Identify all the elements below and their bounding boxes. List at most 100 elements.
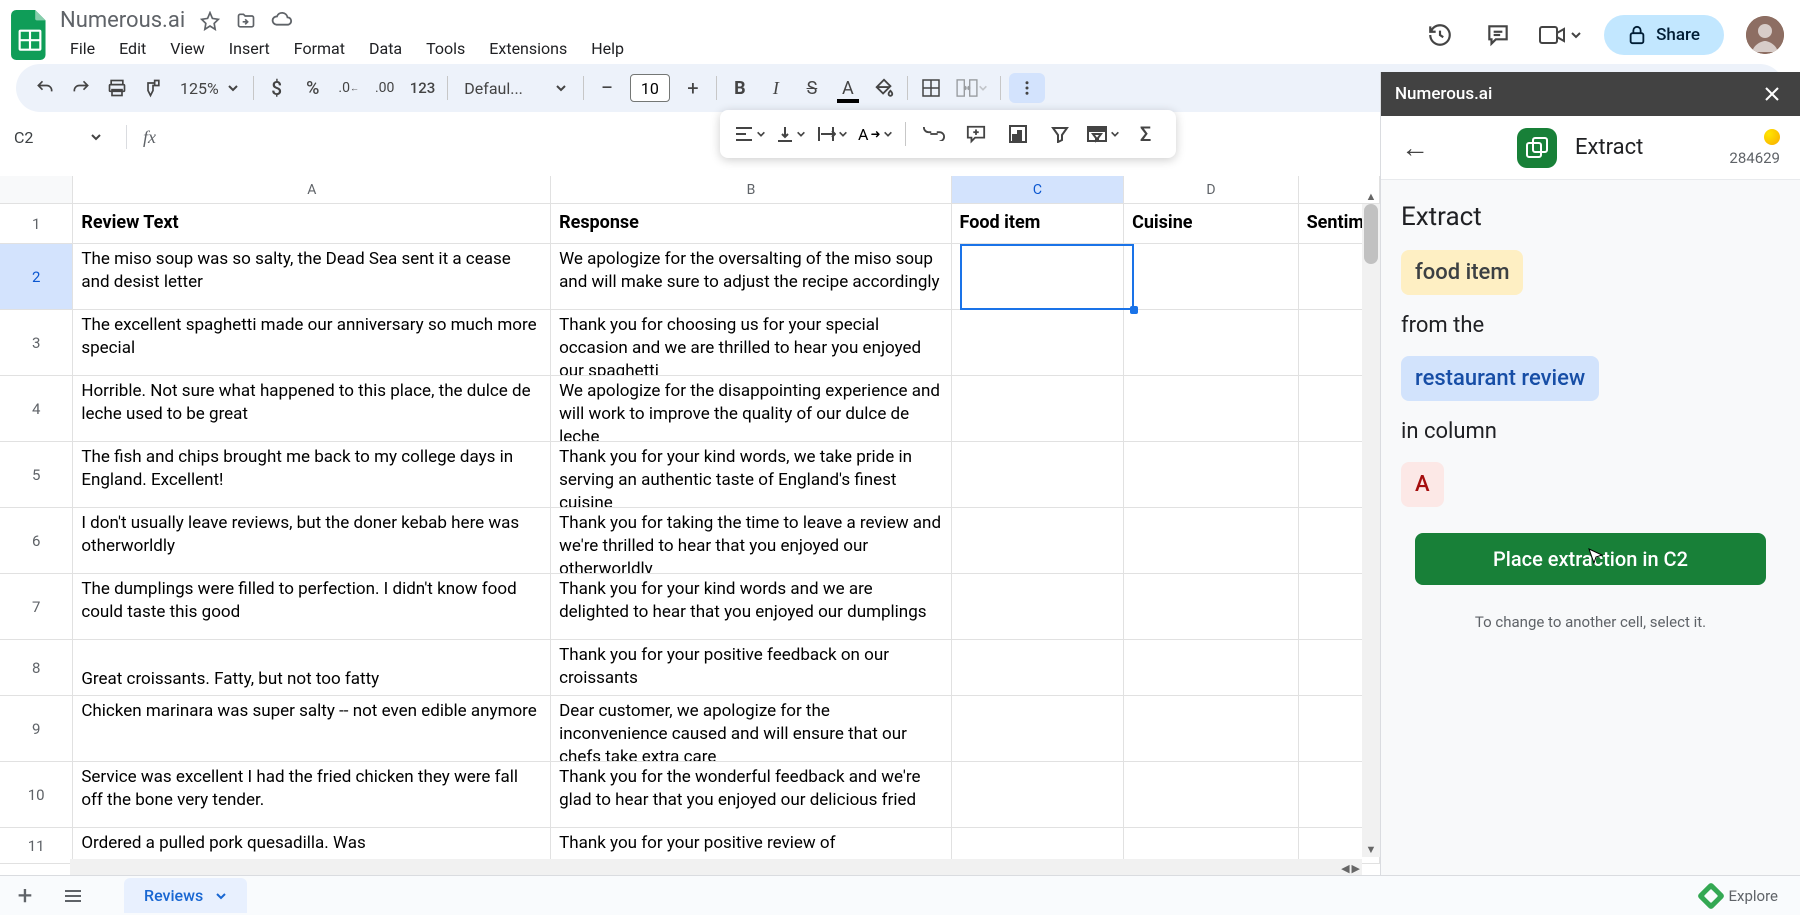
row-header[interactable]: 1 [0, 204, 73, 243]
extract-source-chip[interactable]: restaurant review [1401, 356, 1599, 401]
sheets-logo-icon[interactable] [8, 7, 52, 63]
menu-data[interactable]: Data [359, 35, 412, 62]
horizontal-align-icon[interactable] [734, 125, 766, 143]
all-sheets-icon[interactable] [56, 879, 90, 913]
row-header[interactable]: 9 [0, 696, 73, 761]
meet-button[interactable] [1538, 24, 1582, 46]
row-header[interactable]: 7 [0, 574, 73, 639]
cell[interactable]: Review Text [73, 204, 551, 243]
cell[interactable] [952, 508, 1125, 573]
row-header[interactable]: 2 [0, 244, 73, 309]
format-123-button[interactable]: 123 [406, 72, 440, 104]
decrease-font-size-icon[interactable]: − [592, 72, 622, 104]
cell[interactable] [952, 244, 1125, 309]
account-avatar[interactable] [1746, 16, 1784, 54]
cell[interactable]: Ordered a pulled pork quesadilla. Was [73, 828, 551, 863]
column-header-d[interactable]: D [1124, 176, 1298, 203]
spreadsheet-grid[interactable]: A B C D 1 Review Text Response Food item… [0, 176, 1380, 877]
scroll-right-icon[interactable]: ▶ [1352, 862, 1360, 875]
cell[interactable]: Thank you for your positive feedback on … [551, 640, 951, 695]
cell[interactable]: Service was excellent I had the fried ch… [73, 762, 551, 827]
menu-insert[interactable]: Insert [219, 35, 280, 62]
text-wrap-icon[interactable] [816, 125, 848, 143]
column-header-b[interactable]: B [551, 176, 952, 203]
cell[interactable] [1124, 244, 1299, 309]
row-header[interactable]: 6 [0, 508, 73, 573]
scroll-left-icon[interactable]: ◀ [1341, 862, 1349, 875]
undo-icon[interactable] [30, 72, 60, 104]
insert-comment-icon[interactable] [960, 118, 992, 150]
menu-help[interactable]: Help [581, 35, 634, 62]
star-icon[interactable] [199, 10, 221, 32]
scrollbar-thumb[interactable] [1364, 204, 1378, 264]
cell[interactable] [952, 696, 1125, 761]
increase-font-size-icon[interactable]: + [678, 72, 708, 104]
row-header[interactable]: 4 [0, 376, 73, 441]
zoom-select[interactable]: 125% [174, 79, 245, 98]
place-extraction-button[interactable]: Place extraction in C2 [1415, 533, 1766, 585]
bold-icon[interactable]: B [725, 72, 755, 104]
functions-sigma-icon[interactable]: Σ [1130, 118, 1162, 150]
font-size-input[interactable] [630, 74, 670, 102]
cell[interactable] [952, 640, 1125, 695]
italic-icon[interactable]: I [761, 72, 791, 104]
sheet-tab-active[interactable]: Reviews [124, 878, 247, 913]
cell[interactable]: Thank you for the wonderful feedback and… [551, 762, 951, 827]
share-button[interactable]: Share [1604, 15, 1724, 55]
scroll-up-icon[interactable]: ▲ [1362, 188, 1380, 204]
cell[interactable] [1124, 762, 1299, 827]
row-header[interactable]: 8 [0, 640, 73, 695]
cell[interactable] [952, 376, 1125, 441]
cell[interactable]: Great croissants. Fatty, but not too fat… [73, 640, 551, 695]
row-header[interactable]: 11 [0, 828, 73, 863]
cell[interactable] [1124, 640, 1299, 695]
cloud-status-icon[interactable] [271, 10, 293, 32]
cell[interactable] [952, 574, 1125, 639]
cell[interactable]: I don't usually leave reviews, but the d… [73, 508, 551, 573]
percent-icon[interactable]: % [298, 72, 328, 104]
cell[interactable]: We apologize for the disappointing exper… [551, 376, 951, 441]
history-icon[interactable] [1422, 17, 1458, 53]
cell[interactable]: Dear customer, we apologize for the inco… [551, 696, 951, 761]
redo-icon[interactable] [66, 72, 96, 104]
row-header[interactable]: 3 [0, 310, 73, 375]
cell[interactable]: Cuisine [1124, 204, 1299, 243]
add-sheet-icon[interactable]: + [8, 879, 42, 913]
cell[interactable] [1124, 442, 1299, 507]
menu-edit[interactable]: Edit [109, 35, 156, 62]
selection-handle[interactable] [1130, 306, 1138, 314]
filter-icon[interactable] [1044, 118, 1076, 150]
cell[interactable]: Thank you for your kind words and we are… [551, 574, 951, 639]
cell[interactable] [952, 828, 1125, 863]
row-header[interactable]: 10 [0, 762, 73, 827]
insert-link-icon[interactable] [918, 118, 950, 150]
decrease-decimal-icon[interactable]: .0← [334, 72, 364, 104]
cell[interactable]: Thank you for taking the time to leave a… [551, 508, 951, 573]
column-header-a[interactable]: A [73, 176, 551, 203]
text-rotation-icon[interactable]: A➜ [858, 125, 893, 144]
menu-view[interactable]: View [160, 35, 215, 62]
move-folder-icon[interactable] [235, 10, 257, 32]
cell[interactable]: Thank you for choosing us for your speci… [551, 310, 951, 375]
vertical-align-icon[interactable] [776, 125, 806, 143]
menu-file[interactable]: File [60, 35, 105, 62]
strikethrough-icon[interactable]: S [797, 72, 827, 104]
row-header[interactable]: 5 [0, 442, 73, 507]
filter-views-icon[interactable] [1086, 125, 1120, 143]
back-arrow-icon[interactable]: ← [1401, 134, 1429, 162]
cell[interactable] [1124, 376, 1299, 441]
currency-icon[interactable]: $ [262, 72, 292, 104]
extract-column-chip[interactable]: A [1401, 462, 1444, 507]
print-icon[interactable] [102, 72, 132, 104]
cell[interactable] [1124, 508, 1299, 573]
cell[interactable]: The excellent spaghetti made our anniver… [73, 310, 551, 375]
cell[interactable]: Chicken marinara was super salty -- not … [73, 696, 551, 761]
toolbar-more-icon[interactable] [1009, 73, 1045, 103]
fill-color-icon[interactable] [869, 72, 899, 104]
paint-format-icon[interactable] [138, 72, 168, 104]
cell[interactable]: The miso soup was so salty, the Dead Sea… [73, 244, 551, 309]
menu-tools[interactable]: Tools [416, 35, 475, 62]
cell[interactable]: Food item [952, 204, 1125, 243]
borders-icon[interactable] [916, 72, 946, 104]
cell[interactable]: Thank you for your kind words, we take p… [551, 442, 951, 507]
